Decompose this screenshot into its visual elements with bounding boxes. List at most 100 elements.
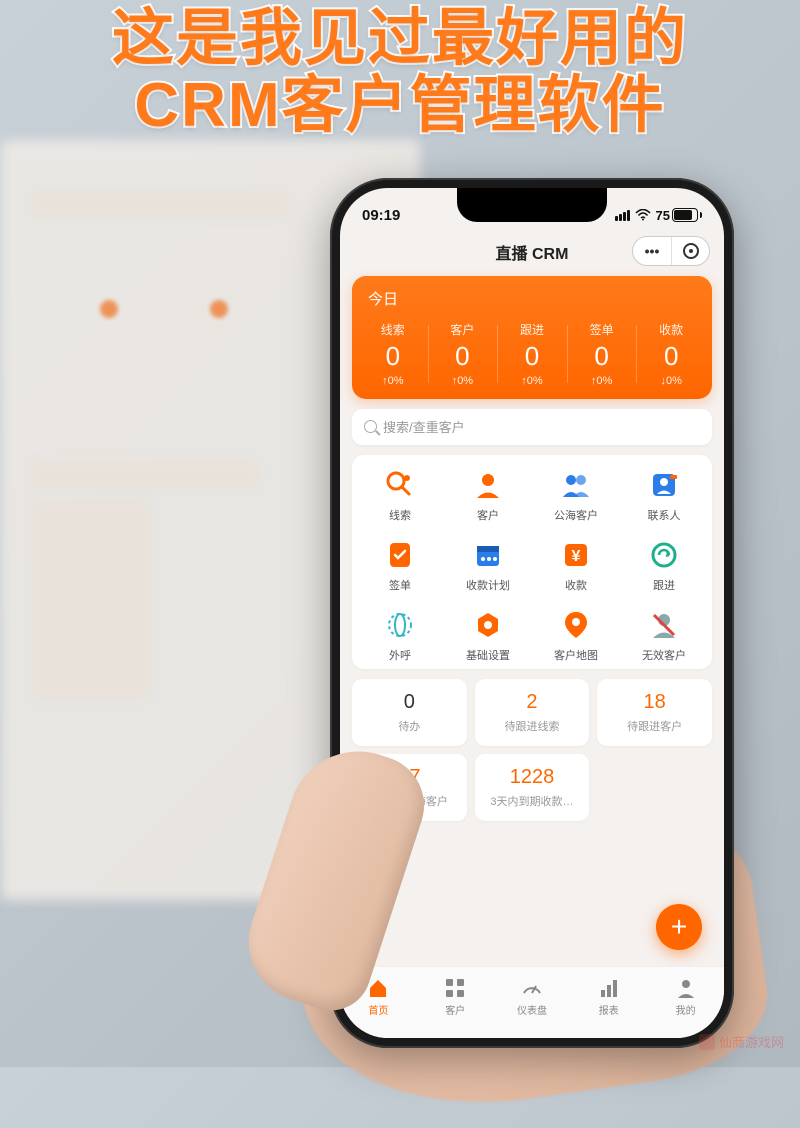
app-customer-map[interactable]: 客户地图 [532,609,620,663]
stat-label: 签单 [567,321,637,338]
add-fab-button[interactable]: + [656,904,702,950]
report-icon [598,977,620,999]
signal-icon [615,210,630,221]
summary-tiles-row1: 0 待办 2 待跟进线索 18 待跟进客户 [352,679,712,746]
customer-icon [472,469,504,501]
app-label: 收款计划 [466,577,510,593]
tab-dashboard[interactable]: 仪表盘 [494,967,571,1026]
phone-frame: 09:19 75 直播 CRM ••• 今日 线索 [330,178,734,1048]
app-label: 无效客户 [642,647,686,663]
invalid-customer-icon [648,609,680,641]
phone-notch [457,188,607,222]
wifi-icon [635,209,651,221]
tile-pending-customers[interactable]: 18 待跟进客户 [597,679,712,746]
app-settings[interactable]: 基础设置 [444,609,532,663]
app-customer[interactable]: 客户 [444,469,532,523]
battery-icon: 75 [656,208,702,223]
app-sign[interactable]: 签单 [356,539,444,593]
tab-bar: 首页 客户 仪表盘 报表 我的 [340,966,724,1038]
grid-icon [444,977,466,999]
outbound-icon [384,609,416,641]
today-title: 今日 [358,288,706,319]
stat-delta: ↑0% [428,375,498,387]
more-button[interactable]: ••• [633,236,671,266]
stat-customers[interactable]: 客户 0 ↑0% [428,319,498,389]
tile-due-payment[interactable]: 1228 3天内到期收款… [475,754,590,821]
bg-shape [30,500,150,700]
tab-customer[interactable]: 客户 [417,967,494,1026]
app-public-customer[interactable]: 公海客户 [532,469,620,523]
stat-sign[interactable]: 签单 0 ↑0% [567,319,637,389]
stat-leads[interactable]: 线索 0 ↑0% [358,319,428,389]
app-payment-plan[interactable]: 收款计划 [444,539,532,593]
app-leads[interactable]: 线索 [356,469,444,523]
close-button[interactable] [671,236,709,266]
bg-shape [30,190,290,220]
headline-line1: 这是我见过最好用的 [0,6,800,73]
promo-headline: 这是我见过最好用的 CRM客户管理软件 [0,6,800,140]
app-contact[interactable]: 联系人 [620,469,708,523]
stat-delta: ↑0% [358,375,428,387]
tile-label: 待跟进线索 [481,718,584,734]
today-summary-card[interactable]: 今日 线索 0 ↑0% 客户 0 ↑0% 跟进 0 ↑0% [352,276,712,399]
battery-percent: 75 [656,208,670,223]
watermark-icon [699,1034,715,1050]
tile-pending-leads[interactable]: 2 待跟进线索 [475,679,590,746]
app-label: 签单 [389,577,411,593]
app-payment[interactable]: ¥ 收款 [532,539,620,593]
app-label: 客户 [477,507,499,523]
app-invalid-customer[interactable]: 无效客户 [620,609,708,663]
stat-followup[interactable]: 跟进 0 ↑0% [497,319,567,389]
search-icon [364,420,377,433]
tab-label: 仪表盘 [517,1002,547,1017]
stat-payment[interactable]: 收款 0 ↓0% [636,319,706,389]
tile-todo[interactable]: 0 待办 [352,679,467,746]
app-label: 客户地图 [554,647,598,663]
me-icon [675,977,697,999]
tab-label: 我的 [676,1002,696,1017]
watermark-text: 仙商游戏网 [719,1032,784,1051]
bg-shape [30,460,260,490]
contact-icon [648,469,680,501]
followup-icon [648,539,680,571]
stat-delta: ↓0% [636,375,706,387]
tile-number: 0 [358,691,461,714]
bg-shape [100,300,118,318]
stat-value: 0 [636,342,706,371]
app-label: 跟进 [653,577,675,593]
payment-icon: ¥ [560,539,592,571]
stats-row: 线索 0 ↑0% 客户 0 ↑0% 跟进 0 ↑0% 签单 0 ↑0% [358,319,706,389]
search-placeholder: 搜索/查重客户 [383,417,465,436]
tile-number: 2 [481,691,584,714]
svg-text:¥: ¥ [572,548,581,565]
tab-label: 客户 [445,1002,465,1017]
tile-label: 待跟进客户 [603,718,706,734]
miniprogram-controls: ••• [632,236,710,266]
tab-me[interactable]: 我的 [647,967,724,1026]
app-label: 基础设置 [466,647,510,663]
app-label: 联系人 [648,507,681,523]
plus-icon: + [671,911,687,943]
settings-icon [472,609,504,641]
payment-plan-icon [472,539,504,571]
stat-value: 0 [358,342,428,371]
stat-label: 客户 [428,321,498,338]
stat-label: 跟进 [497,321,567,338]
tile-number: 18 [603,691,706,714]
stat-value: 0 [567,342,637,371]
app-label: 收款 [565,577,587,593]
app-followup[interactable]: 跟进 [620,539,708,593]
stat-label: 线索 [358,321,428,338]
app-outbound[interactable]: 外呼 [356,609,444,663]
app-title: 直播 CRM [496,240,569,264]
status-time: 09:19 [362,207,400,224]
leads-icon [384,469,416,501]
search-input[interactable]: 搜索/查重客户 [352,409,712,445]
dashboard-icon [521,977,543,999]
status-right: 75 [615,208,702,223]
bg-shape [210,300,228,318]
tab-label: 首页 [368,1002,388,1017]
tile-label: 3天内到期收款… [481,793,584,809]
tab-report[interactable]: 报表 [570,967,647,1026]
app-label: 外呼 [389,647,411,663]
